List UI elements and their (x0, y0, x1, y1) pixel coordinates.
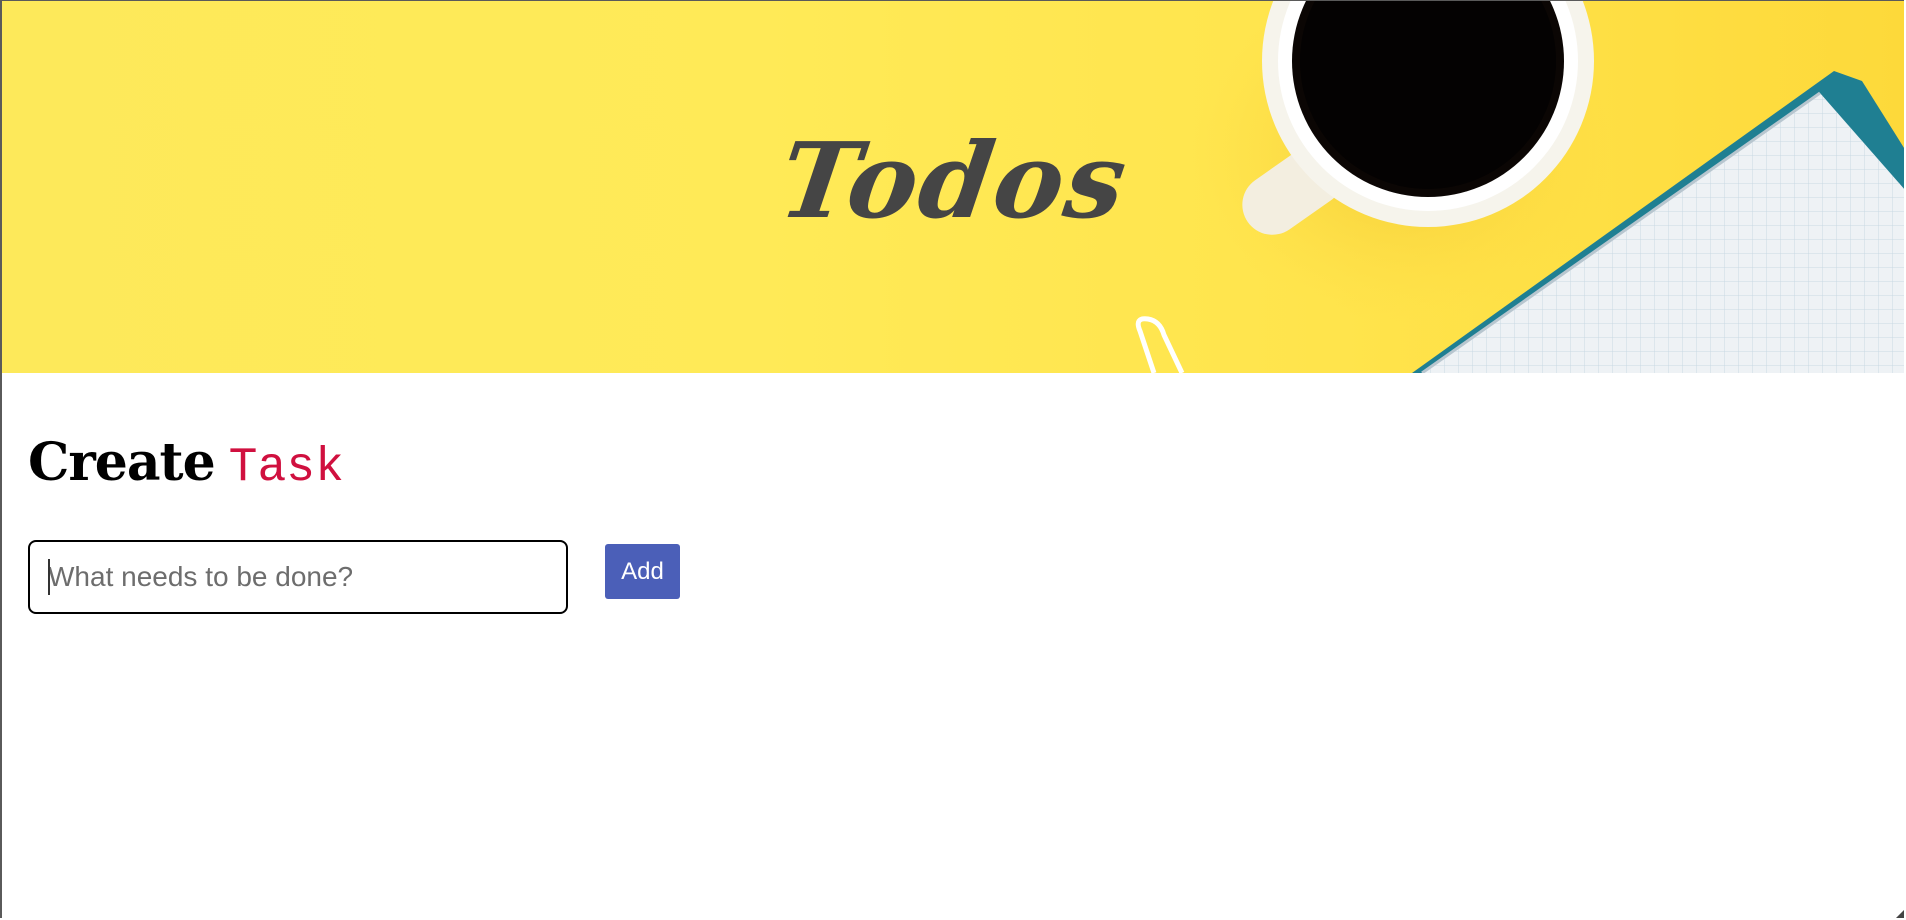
header-banner: Todos (2, 1, 1904, 373)
page-frame: Todos CreateTask Add (0, 0, 1904, 918)
task-input[interactable] (28, 540, 568, 614)
heading-create-word: Create (28, 432, 216, 493)
heading-task-word: Task (228, 441, 344, 495)
add-button[interactable]: Add (605, 544, 680, 599)
app-title: Todos (772, 119, 1136, 242)
text-caret (48, 559, 50, 595)
create-task-heading: Create Task (28, 433, 344, 498)
window-resize-corner[interactable] (1896, 910, 1904, 918)
